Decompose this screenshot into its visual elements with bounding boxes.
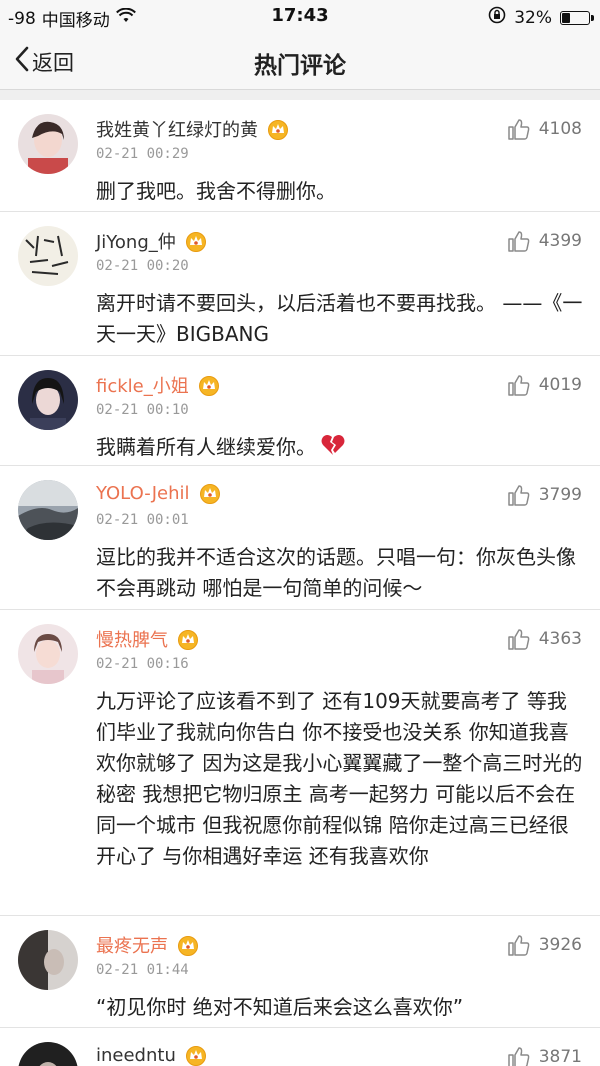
thumbs-up-icon bbox=[507, 231, 530, 252]
comment-item: YOLO-Jehil 02-21 00:01 3799 逗比的我并不适合这次的话… bbox=[0, 466, 600, 610]
avatar[interactable] bbox=[18, 624, 78, 684]
thumbs-up-icon bbox=[507, 1047, 530, 1066]
vip-crown-icon bbox=[268, 120, 288, 140]
comment-item: 我姓黄丫红绿灯的黄 02-21 00:29 4108 删了我吧。我舍不得删你。 bbox=[0, 100, 600, 212]
vip-crown-icon bbox=[185, 1046, 206, 1066]
section-divider bbox=[0, 90, 600, 100]
like-button[interactable]: 3799 bbox=[507, 484, 582, 506]
vip-crown-icon bbox=[178, 936, 198, 956]
avatar[interactable] bbox=[18, 114, 78, 174]
like-button[interactable]: 3926 bbox=[507, 934, 582, 956]
avatar[interactable] bbox=[18, 480, 78, 540]
like-count: 4363 bbox=[538, 629, 582, 649]
comment-item: ineedntu 3871 bbox=[0, 1028, 600, 1066]
vip-crown-icon bbox=[178, 630, 198, 650]
vip-crown-icon bbox=[198, 376, 219, 396]
comment-text: 九万评论了应该看不到了 还有109天就要高考了 等我们毕业了我就向你告白 你不接… bbox=[96, 689, 583, 868]
battery-icon bbox=[560, 10, 594, 25]
like-button[interactable]: 4108 bbox=[507, 118, 582, 140]
like-count: 3871 bbox=[538, 1047, 582, 1066]
like-count: 3926 bbox=[538, 935, 582, 955]
comment-time: 02-21 00:29 bbox=[96, 146, 189, 162]
like-button[interactable]: 4363 bbox=[507, 628, 582, 650]
username[interactable]: ineedntu bbox=[96, 1045, 176, 1066]
thumbs-up-icon bbox=[507, 485, 530, 506]
username[interactable]: JiYong_仲 bbox=[96, 228, 176, 254]
comment-time: 02-21 00:01 bbox=[96, 512, 189, 528]
username[interactable]: 慢热脾气 bbox=[96, 626, 168, 652]
vip-crown-icon bbox=[199, 484, 220, 504]
comment-text: “初见你时 绝对不知道后来会这么喜欢你” bbox=[96, 995, 464, 1019]
avatar[interactable] bbox=[18, 930, 78, 990]
broken-heart-icon bbox=[321, 435, 345, 455]
navigation-bar: 返回 热门评论 bbox=[0, 32, 600, 90]
thumbs-up-icon bbox=[507, 375, 530, 396]
comment-time: 02-21 00:20 bbox=[96, 258, 189, 274]
comment-text-wrap: 我瞒着所有人继续爱你。 bbox=[96, 432, 584, 463]
username[interactable]: fickle_小姐 bbox=[96, 372, 189, 398]
comment-item: 最疼无声 02-21 01:44 3926 “初见你时 绝对不知道后来会这么喜欢… bbox=[0, 916, 600, 1028]
comment-time: 02-21 01:44 bbox=[96, 962, 189, 978]
comment-item: fickle_小姐 02-21 00:10 4019 我瞒着所有人继续爱你。 bbox=[0, 356, 600, 466]
comment-item: 慢热脾气 02-21 00:16 4363 九万评论了应该看不到了 还有109天… bbox=[0, 610, 600, 916]
like-button[interactable]: 4019 bbox=[507, 374, 582, 396]
like-count: 4108 bbox=[538, 119, 582, 139]
status-bar: -98 中国移动 17:43 32% bbox=[0, 0, 600, 32]
comment-text: 我瞒着所有人继续爱你。 bbox=[96, 435, 316, 459]
comment-text: 逗比的我并不适合这次的话题。只唱一句：你灰色头像不会再跳动 哪怕是一句简单的问候… bbox=[96, 545, 576, 600]
username[interactable]: 最疼无声 bbox=[96, 932, 168, 958]
username[interactable]: YOLO-Jehil bbox=[96, 483, 190, 504]
like-count: 3799 bbox=[538, 485, 582, 505]
battery-percent: 32% bbox=[514, 7, 552, 28]
comment-item: JiYong_仲 02-21 00:20 4399 离开时请不要回头，以后活着也… bbox=[0, 212, 600, 356]
comment-time: 02-21 00:10 bbox=[96, 402, 189, 418]
vip-crown-icon bbox=[185, 232, 206, 252]
comment-text: 离开时请不要回头，以后活着也不要再找我。 ——《一天一天》BIGBANG bbox=[96, 291, 583, 346]
like-button[interactable]: 4399 bbox=[507, 230, 582, 252]
thumbs-up-icon bbox=[507, 119, 530, 140]
page-title: 热门评论 bbox=[254, 53, 346, 79]
like-count: 4019 bbox=[538, 375, 582, 395]
username[interactable]: 我姓黄丫红绿灯的黄 bbox=[96, 116, 258, 142]
rotation-lock-icon bbox=[488, 6, 506, 29]
comment-text: 删了我吧。我舍不得删你。 bbox=[96, 179, 336, 203]
thumbs-up-icon bbox=[507, 629, 530, 650]
avatar[interactable] bbox=[18, 226, 78, 286]
avatar[interactable] bbox=[18, 370, 78, 430]
like-count: 4399 bbox=[538, 231, 582, 251]
avatar[interactable] bbox=[18, 1042, 78, 1066]
comment-list: 我姓黄丫红绿灯的黄 02-21 00:29 4108 删了我吧。我舍不得删你。 … bbox=[0, 100, 600, 1066]
comment-time: 02-21 00:16 bbox=[96, 656, 189, 672]
thumbs-up-icon bbox=[507, 935, 530, 956]
like-button[interactable]: 3871 bbox=[507, 1046, 582, 1066]
